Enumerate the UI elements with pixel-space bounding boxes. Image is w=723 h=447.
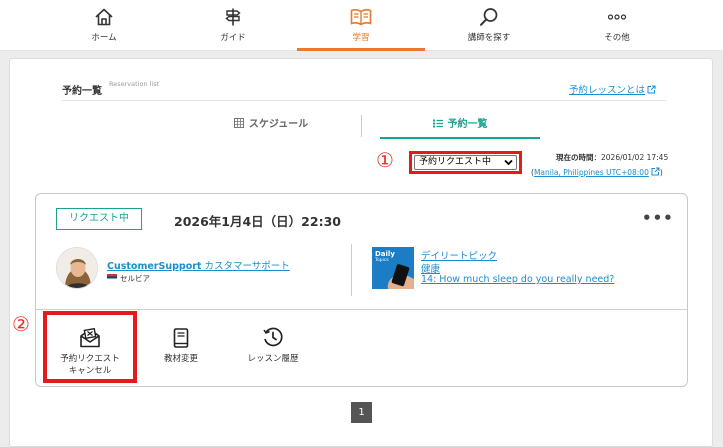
tutor-country: セルビア <box>107 273 150 284</box>
cancel-label-line2: キャンセル <box>68 366 112 376</box>
top-navigation: ホーム ガイド 学習 講師を探す その他 <box>0 0 723 51</box>
tutor-name-link[interactable]: CustomerSupport カスタマーサポート <box>107 258 290 272</box>
cancel-request-button[interactable]: 予約リクエスト キャンセル <box>43 311 137 383</box>
book-change-icon <box>133 322 229 348</box>
more-options-button[interactable]: ••• <box>642 211 674 226</box>
book-icon <box>297 6 425 28</box>
timezone-link[interactable]: Manila, Philippines UTC+08:00 <box>533 167 660 178</box>
timezone-paren-close: ) <box>659 168 663 177</box>
timezone-line: (Manila, Philippines UTC+08:00) <box>531 167 663 178</box>
timezone-link-text: Manila, Philippines UTC+08:00 <box>533 168 649 177</box>
title-divider <box>62 100 666 101</box>
page-subtitle: Reservation list <box>109 80 160 88</box>
clock-history-icon <box>225 322 321 348</box>
tutor-country-label: セルビア <box>120 274 150 283</box>
nav-item-find-tutor[interactable]: 講師を探す <box>425 0 553 51</box>
annotation-marker-2: ② <box>12 312 30 336</box>
reservation-item: リクエスト中 2026年1月4日（日）22:30 ••• CustomerSup… <box>12 193 688 387</box>
current-time-label: 現在の時間 <box>556 153 594 162</box>
tab-divider <box>361 115 362 137</box>
material-subcategory-link[interactable]: 健康 <box>421 261 440 275</box>
current-time: 現在の時間：2026/01/02 17:45 <box>556 152 668 163</box>
current-time-value: ：2026/01/02 17:45 <box>593 153 669 162</box>
tutor-avatar[interactable] <box>56 247 98 289</box>
nav-item-study[interactable]: 学習 <box>297 0 425 51</box>
actions-divider <box>36 309 687 310</box>
search-icon <box>425 6 553 28</box>
nav-item-guide[interactable]: ガイド <box>169 0 297 51</box>
lesson-history-button[interactable]: レッスン履歴 <box>225 322 321 365</box>
pagination-page-1[interactable]: 1 <box>351 402 372 423</box>
external-link-icon <box>647 85 656 97</box>
about-reservation-link[interactable]: 予約レッスンとは <box>569 82 656 97</box>
status-filter-select[interactable]: 予約リクエスト中 <box>409 151 522 174</box>
nav-label-study: 学習 <box>352 33 370 43</box>
nav-label-other: その他 <box>604 33 630 43</box>
nav-label-find-tutor: 講師を探す <box>467 33 511 43</box>
material-thumbnail[interactable]: Daily Topics <box>372 247 414 289</box>
thumbnail-title: Daily <box>375 250 395 258</box>
more-dots-icon <box>553 6 681 28</box>
home-icon <box>40 6 168 28</box>
external-link-icon <box>651 167 660 178</box>
tutor-name-ja: カスタマーサポート <box>204 261 290 272</box>
lesson-history-label: レッスン履歴 <box>247 354 299 364</box>
tab-schedule-label: スケジュール <box>248 119 309 130</box>
reservation-datetime: 2026年1月4日（日）22:30 <box>174 214 341 229</box>
change-material-button[interactable]: 教材変更 <box>133 322 229 365</box>
serbia-flag-icon <box>107 274 117 281</box>
material-title-link[interactable]: 14: How much sleep do you really need? <box>421 274 614 285</box>
nav-label-guide: ガイド <box>220 33 246 43</box>
nav-label-home: ホーム <box>91 33 117 43</box>
tab-reservation-list-label: 予約一覧 <box>447 119 488 130</box>
panel-divider <box>351 244 352 296</box>
page-title: 予約一覧 <box>62 86 102 97</box>
change-material-label: 教材変更 <box>163 354 198 364</box>
envelope-cancel-icon <box>47 322 133 348</box>
calendar-grid-icon <box>233 118 244 131</box>
about-reservation-link-text: 予約レッスンとは <box>569 85 646 96</box>
material-category-link[interactable]: デイリートピック <box>421 248 497 262</box>
status-badge: リクエスト中 <box>56 208 142 230</box>
tab-schedule[interactable]: スケジュール <box>201 115 341 139</box>
cancel-label-line1: 予約リクエスト <box>60 354 120 364</box>
phone-hand-icon <box>387 264 414 289</box>
reservation-list-card: 予約一覧 Reservation list 予約レッスンとは スケジュール 予約… <box>9 58 713 447</box>
list-icon <box>432 119 443 131</box>
signpost-icon <box>169 6 297 28</box>
chevron-down-icon <box>504 157 513 170</box>
status-filter-value: 予約リクエスト中 <box>419 157 492 167</box>
tab-reservation-list[interactable]: 予約一覧 <box>380 115 540 139</box>
annotation-marker-1: ① <box>376 148 394 172</box>
tutor-name-en: CustomerSupport <box>107 261 202 272</box>
nav-item-home[interactable]: ホーム <box>40 0 168 51</box>
nav-item-other[interactable]: その他 <box>553 0 681 51</box>
